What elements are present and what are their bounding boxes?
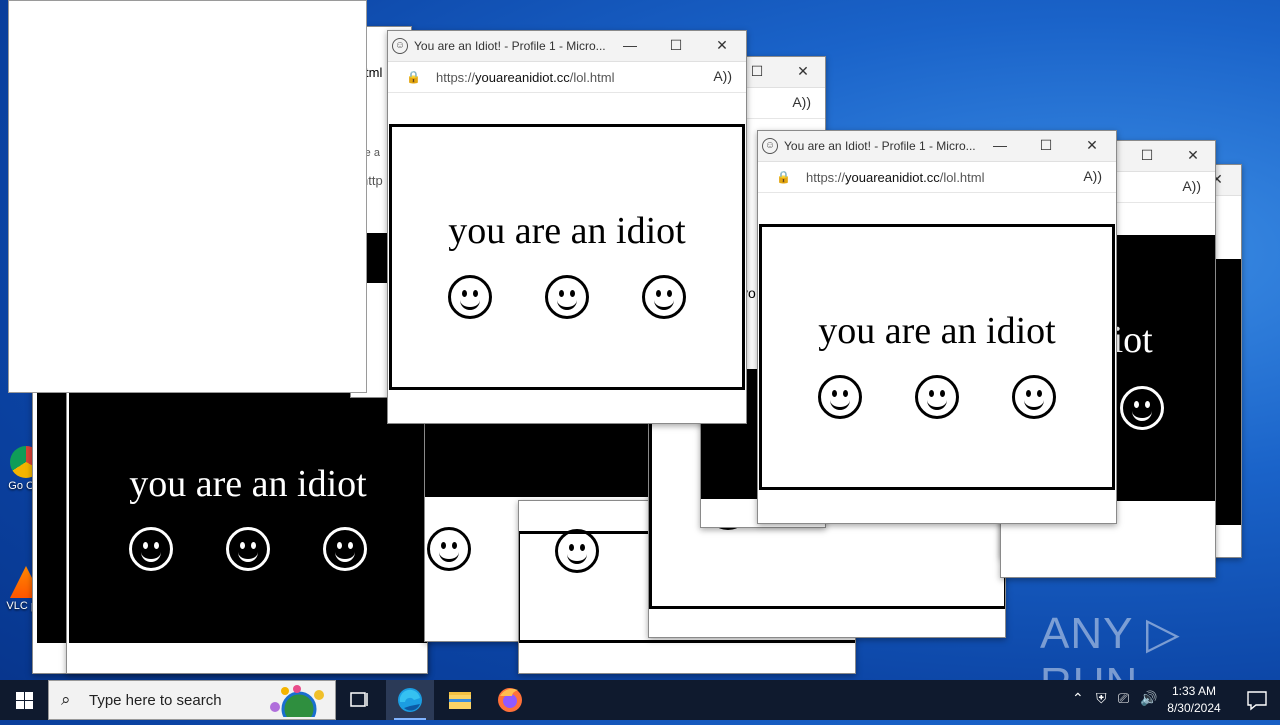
smiley-face-icon (323, 527, 368, 571)
lock-icon: 🔒 (406, 70, 421, 84)
search-icon: ⌕ (61, 690, 71, 710)
smiley-tab-icon: ☺ (762, 138, 778, 154)
clock-time: 1:33 AM (1171, 684, 1217, 698)
close-icon[interactable]: ✕ (793, 63, 813, 80)
read-aloud-icon[interactable]: A)) (1182, 178, 1201, 194)
maximize-icon[interactable]: ☐ (666, 37, 686, 54)
firefox-icon (498, 688, 522, 712)
taskbar-firefox-button[interactable] (486, 680, 534, 720)
read-aloud-icon[interactable]: A)) (792, 94, 811, 110)
notification-center-button[interactable] (1234, 680, 1280, 720)
start-button[interactable] (0, 680, 48, 720)
taskbar-file-explorer-button[interactable] (436, 680, 484, 720)
search-placeholder: Type here to search (89, 692, 222, 709)
smiley-face-icon (544, 275, 589, 319)
minimize-icon[interactable]: — (990, 137, 1010, 153)
close-icon[interactable]: ✕ (1183, 147, 1203, 164)
network-icon[interactable]: ⎚ (1118, 690, 1129, 707)
volume-icon[interactable]: 🔊 (1140, 690, 1157, 707)
idiot-panel: you are an idiot (389, 124, 745, 390)
window-titlebar: ☺ You are an Idiot! - Profile 1 - Micro.… (758, 131, 1116, 162)
popup-window-bg-2[interactable]: you are an idiot (66, 380, 428, 674)
address-bar[interactable]: 🔒 https://youareanidiot.cc/lol.html A)) (388, 62, 746, 93)
search-highlight-art-icon (270, 685, 324, 717)
security-icon[interactable]: ⛨ (1096, 690, 1107, 707)
taskbar-clock[interactable]: 1:33 AM 8/30/2024 (1158, 683, 1230, 717)
clock-date: 8/30/2024 (1167, 701, 1221, 715)
smiley-face-icon (818, 375, 863, 419)
window-title: You are an Idiot! - Profile 1 - Micro... (414, 39, 606, 53)
smiley-row (72, 527, 424, 571)
read-aloud-icon[interactable]: A)) (1083, 168, 1102, 184)
window-titlebar: ☺ You are an Idiot! - Profile 1 - Micro.… (388, 31, 746, 62)
smiley-tab-icon: ☺ (392, 38, 408, 54)
idiot-message: you are an idiot (448, 210, 686, 252)
smiley-face-icon (427, 527, 471, 571)
smiley-row (392, 275, 742, 319)
address-bar[interactable]: 🔒 https://youareanidiot.cc/lol.html A)) (758, 162, 1116, 193)
taskbar-search-box[interactable]: ⌕ Type here to search (48, 680, 336, 720)
maximize-icon[interactable]: ☐ (747, 63, 767, 80)
maximize-icon[interactable]: ☐ (1036, 137, 1056, 154)
system-tray: ⌃ ⛨ ⎚ 🔊 (1066, 680, 1158, 720)
smiley-face-icon (225, 527, 270, 571)
maximize-icon[interactable]: ☐ (1137, 147, 1157, 164)
task-view-icon (350, 692, 368, 707)
popup-window-main-2[interactable]: ☺ You are an Idiot! - Profile 1 - Micro.… (757, 130, 1117, 524)
smiley-row (762, 375, 1112, 419)
popup-window-main-1[interactable]: ☺ You are an Idiot! - Profile 1 - Micro.… (387, 30, 747, 424)
task-view-button[interactable] (336, 680, 384, 720)
lock-icon: 🔒 (776, 170, 791, 184)
smiley-face-icon (448, 275, 493, 319)
taskbar: ⌕ Type here to search ⌃ ⛨ ⎚ 🔊 1:33 AM 8/… (0, 680, 1280, 720)
address-url[interactable]: https://youareanidiot.cc/lol.html (806, 170, 985, 185)
smiley-face-icon (555, 529, 599, 573)
window-title: You are an Idiot! - Profile 1 - Micro... (784, 139, 976, 153)
smiley-face-icon (1011, 375, 1056, 419)
taskbar-edge-button[interactable] (386, 680, 434, 720)
windows-logo-icon (16, 692, 24, 700)
address-url[interactable]: https://youareanidiot.cc/lol.html (436, 70, 615, 85)
notification-icon (1247, 691, 1267, 711)
smiley-face-icon (641, 275, 686, 319)
folder-icon (449, 692, 471, 709)
smiley-face-icon (128, 527, 173, 571)
smiley-face-icon (1120, 386, 1164, 430)
read-aloud-icon[interactable]: A)) (713, 68, 732, 84)
minimize-icon[interactable]: — (620, 37, 640, 53)
close-icon[interactable]: ✕ (712, 37, 732, 54)
idiot-message: you are an idiot (818, 310, 1056, 352)
close-icon[interactable]: ✕ (1082, 137, 1102, 154)
idiot-panel: you are an idiot (759, 224, 1115, 490)
smiley-face-icon (914, 375, 959, 419)
partial-url-text: tml (365, 65, 383, 80)
idiot-message: you are an idiot (129, 463, 367, 505)
idiot-panel: you are an idiot (69, 381, 427, 643)
chevron-up-icon[interactable]: ⌃ (1072, 690, 1084, 707)
blank-window[interactable] (8, 0, 367, 393)
edge-icon (398, 688, 422, 712)
